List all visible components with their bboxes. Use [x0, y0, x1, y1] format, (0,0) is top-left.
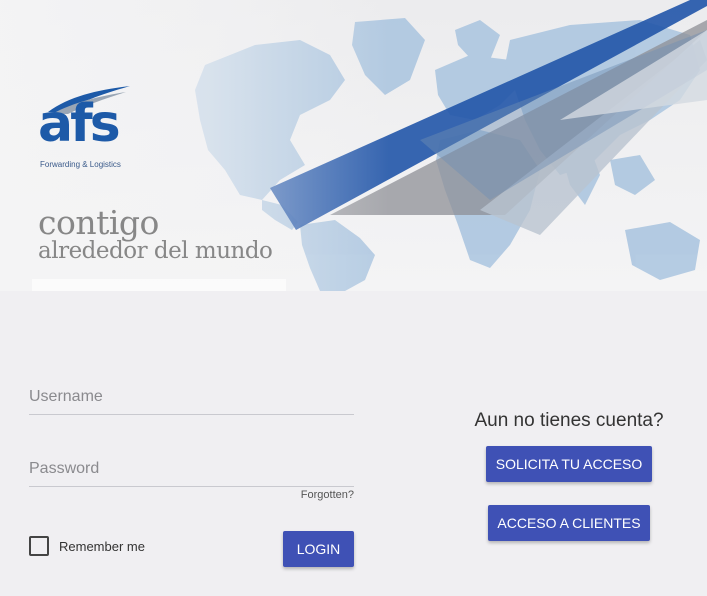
remember-me-control[interactable]: Remember me — [29, 536, 145, 556]
tagline-secondary: alrededor del mundo — [38, 238, 273, 264]
username-input[interactable] — [29, 379, 354, 415]
afs-logo: afs Forwarding & Logistics — [38, 86, 138, 174]
hero-banner: afs Forwarding & Logistics contigo alred… — [0, 0, 707, 291]
login-button[interactable]: LOGIN — [283, 531, 354, 567]
logo-subtitle: Forwarding & Logistics — [40, 160, 121, 169]
logo-wordmark: afs — [38, 94, 121, 154]
password-input[interactable] — [29, 451, 354, 487]
signup-heading: Aun no tienes cuenta? — [474, 410, 664, 431]
remember-me-label: Remember me — [59, 538, 145, 554]
hero-bottom-strip — [32, 279, 286, 291]
client-access-button[interactable]: ACCESO A CLIENTES — [488, 505, 650, 541]
forgotten-password-link[interactable]: Forgotten? — [280, 489, 354, 501]
remember-me-checkbox[interactable] — [29, 536, 49, 556]
request-access-button[interactable]: SOLICITA TU ACCESO — [486, 446, 652, 482]
